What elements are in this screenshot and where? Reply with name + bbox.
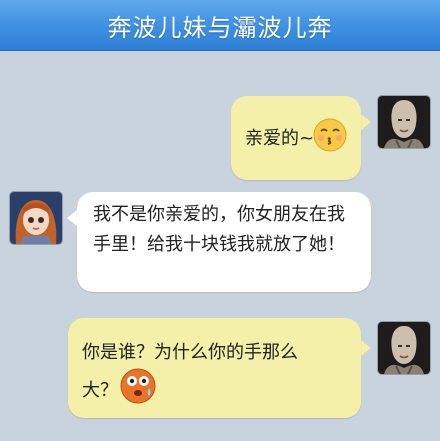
message-text-line-2: 大？ — [82, 380, 118, 401]
message-text: 我不是你亲爱的，你女朋友在我手里！给我十块钱我就放了她！ — [93, 204, 345, 255]
bald-man-avatar-icon — [378, 322, 430, 374]
bald-man-avatar-icon — [378, 96, 430, 148]
bubble-tail — [361, 114, 371, 130]
message-bubble-1[interactable]: 亲爱的~ — [231, 96, 361, 180]
message-bubble-2[interactable]: 我不是你亲爱的，你女朋友在我手里！给我十块钱我就放了她！ — [77, 192, 371, 292]
my-avatar[interactable] — [378, 322, 430, 374]
shocked-face-emoji-icon — [120, 368, 156, 414]
my-avatar[interactable] — [378, 96, 430, 148]
doll-girl-avatar-icon — [10, 192, 62, 244]
message-text-line-1: 你是谁？为什么你的手那么 — [82, 342, 298, 363]
kiss-face-emoji-icon — [313, 118, 347, 162]
bubble-tail — [67, 210, 77, 226]
chat-header: 奔波儿妹与灞波儿奔 — [0, 0, 440, 51]
contact-avatar[interactable] — [10, 192, 62, 244]
message-text: 亲爱的~ — [245, 128, 315, 149]
message-bubble-3[interactable]: 你是谁？为什么你的手那么 大？ — [68, 318, 361, 418]
bubble-tail — [361, 340, 371, 356]
chat-title: 奔波儿妹与灞波儿奔 — [107, 13, 333, 42]
